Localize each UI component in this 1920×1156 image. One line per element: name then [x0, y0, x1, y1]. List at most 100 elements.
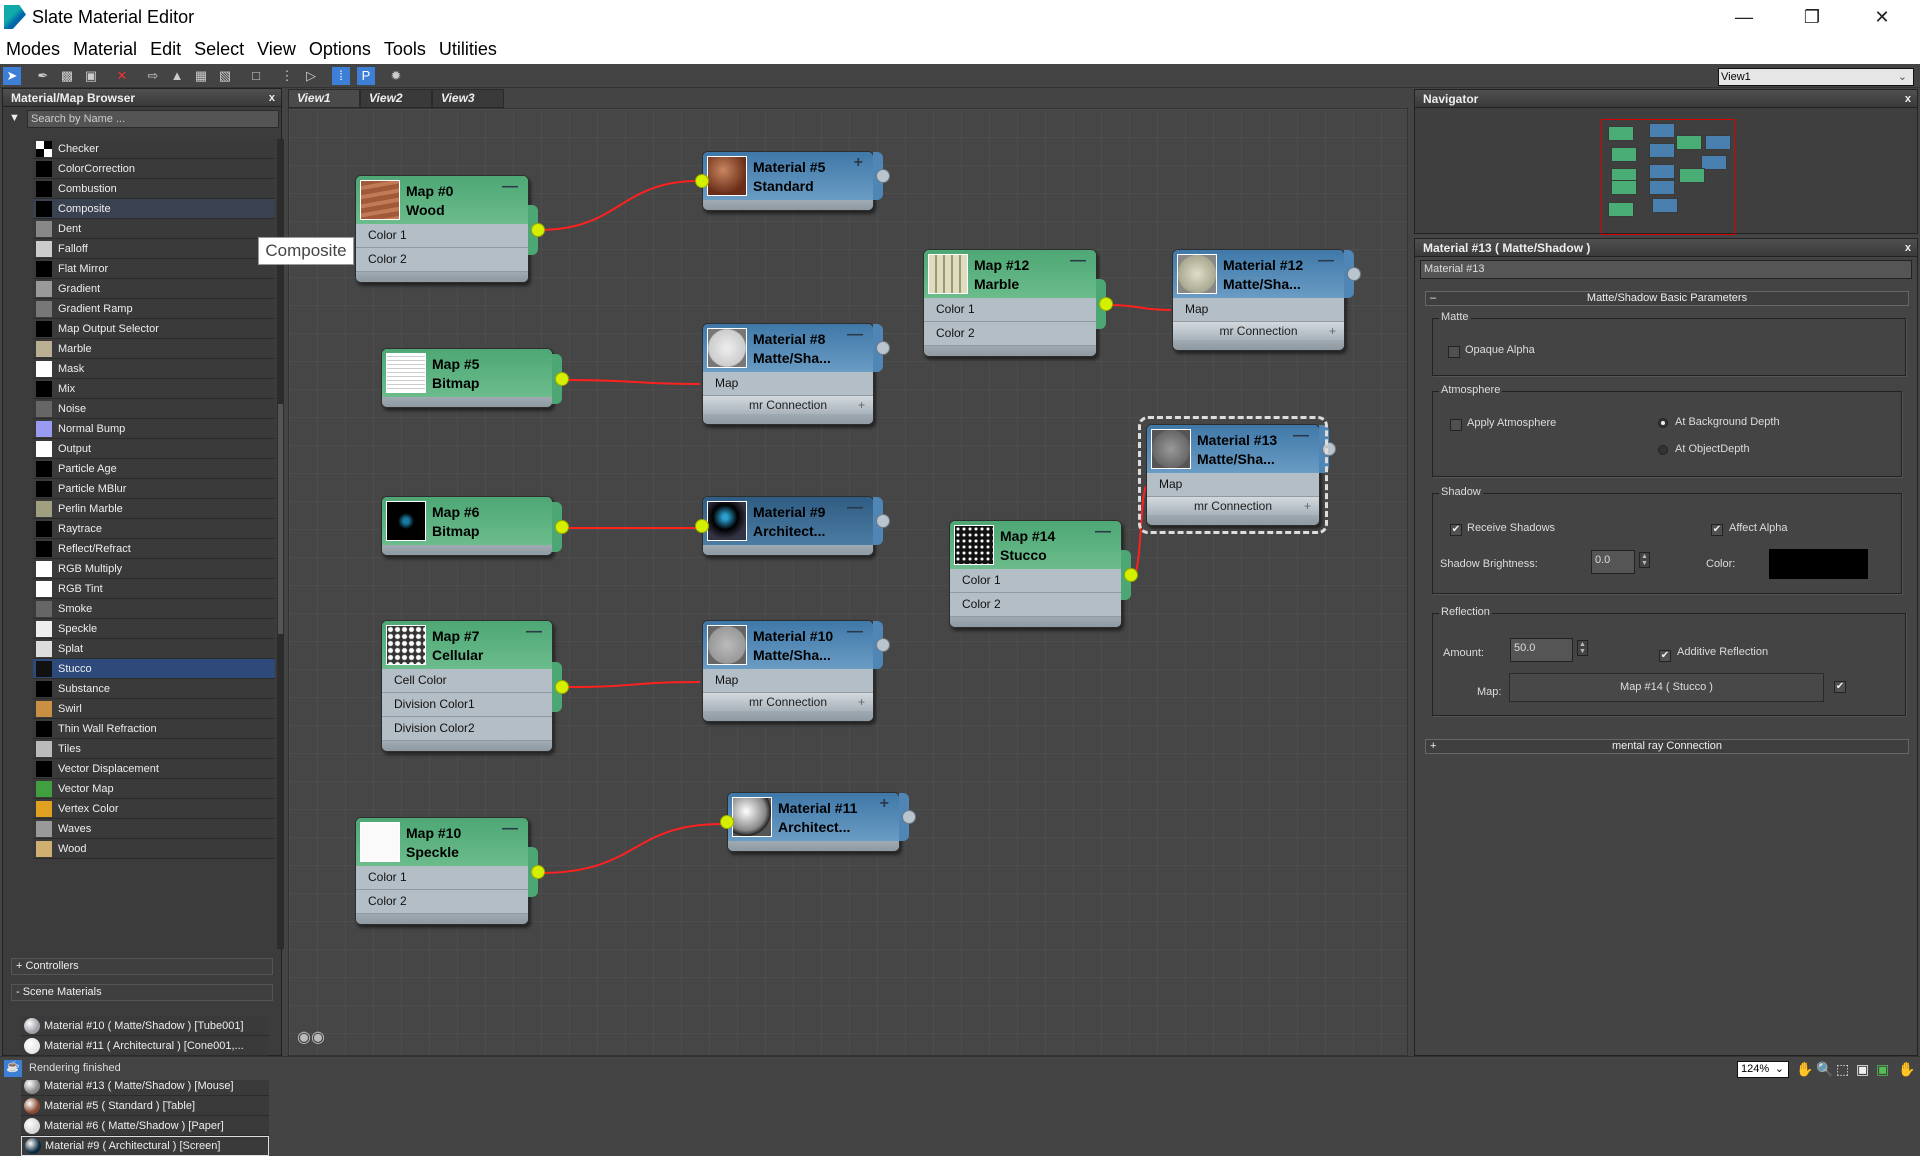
list-item[interactable]: Particle MBlur	[33, 479, 275, 499]
tab-view1[interactable]: View1	[288, 89, 360, 108]
list-item[interactable]: Output	[33, 439, 275, 459]
node-map-0[interactable]: Map #0 Wood — Color 1 Color 2	[355, 175, 545, 283]
navigator-viewport-frame[interactable]	[1601, 119, 1735, 235]
slot-color-2[interactable]: Color 2	[950, 593, 1121, 617]
tab-view2[interactable]: View2	[360, 89, 432, 108]
node-map-10[interactable]: Map #10 Speckle — Color 1 Color 2	[355, 817, 545, 925]
apply-atmosphere-checkbox[interactable]	[1450, 419, 1462, 431]
output-socket[interactable]	[1099, 297, 1113, 311]
node-header[interactable]: Map #0 Wood —	[356, 176, 528, 224]
output-socket[interactable]	[555, 680, 569, 694]
output-socket[interactable]	[1124, 568, 1138, 582]
menu-options[interactable]: Options	[309, 39, 371, 60]
node-header[interactable]: Material #12 Matte/Sha... —	[1173, 250, 1344, 298]
list-item[interactable]: Substance	[33, 679, 275, 699]
list-item[interactable]: Waves	[33, 819, 275, 839]
minus-icon[interactable]: —	[526, 623, 542, 641]
select-by-material-icon[interactable]: P	[357, 67, 375, 85]
output-socket[interactable]	[876, 514, 890, 528]
list-item[interactable]: Vertex Color	[33, 799, 275, 819]
node-map-12[interactable]: Map #12 Marble — Color 1 Color 2	[923, 249, 1113, 357]
menu-edit[interactable]: Edit	[150, 39, 181, 60]
affect-alpha-checkbox[interactable]: ✔	[1711, 524, 1723, 536]
close-icon[interactable]: x	[1905, 90, 1911, 108]
search-input[interactable]: Search by Name ...	[27, 110, 279, 128]
output-socket[interactable]	[555, 520, 569, 534]
pan-all-icon[interactable]: ✋	[1898, 1061, 1915, 1078]
input-socket[interactable]	[720, 815, 734, 829]
receive-shadows-checkbox[interactable]: ✔	[1450, 524, 1462, 536]
list-item[interactable]: Gradient Ramp	[33, 299, 275, 319]
node-header[interactable]: Map #12 Marble —	[924, 250, 1096, 298]
at-background-depth-radio[interactable]	[1658, 418, 1668, 428]
pan-icon[interactable]: ✋	[1796, 1061, 1813, 1078]
node-map-7[interactable]: Map #7 Cellular — Cell Color Division Color1…	[381, 620, 569, 752]
list-item[interactable]: Vector Displacement	[33, 759, 275, 779]
maximize-button[interactable]: ❐	[1792, 4, 1832, 30]
layout-icon[interactable]: □	[247, 67, 265, 85]
at-object-depth-radio[interactable]	[1658, 445, 1668, 455]
rollout-basic-parameters[interactable]: – Matte/Shadow Basic Parameters	[1425, 291, 1909, 306]
group-controllers[interactable]: + Controllers	[11, 958, 273, 975]
material-name-input[interactable]: Material #13	[1420, 260, 1912, 279]
minus-icon[interactable]: —	[1095, 523, 1111, 541]
list-item[interactable]: ColorCorrection	[33, 159, 275, 179]
menu-view[interactable]: View	[257, 39, 296, 60]
zoom-extents-selected-icon[interactable]: ▣	[1876, 1061, 1889, 1078]
mr-connection-bar[interactable]: mr Connection +	[703, 693, 873, 711]
opaque-alpha-checkbox[interactable]	[1448, 346, 1460, 358]
menu-select[interactable]: Select	[194, 39, 244, 60]
node-resize-footer[interactable]	[703, 711, 873, 721]
minimize-button[interactable]: —	[1724, 4, 1764, 30]
parameter-editor-icon[interactable]: ⁞	[332, 67, 350, 85]
plus-icon[interactable]: +	[854, 154, 863, 172]
list-item[interactable]: Tiles	[33, 739, 275, 759]
minus-icon[interactable]: —	[502, 178, 518, 196]
node-resize-footer[interactable]	[382, 397, 552, 407]
binoculars-icon[interactable]: ◉◉	[297, 1027, 325, 1047]
list-item[interactable]: Stucco	[33, 659, 275, 679]
node-resize-footer[interactable]	[703, 545, 873, 555]
put-to-scene-icon[interactable]: ▩	[58, 67, 76, 85]
node-resize-footer[interactable]	[382, 741, 552, 751]
slot-color-2[interactable]: Color 2	[356, 890, 528, 914]
minus-icon[interactable]: —	[847, 326, 863, 344]
node-header[interactable]: Map #7 Cellular —	[382, 621, 552, 669]
node-material-5[interactable]: Material #5 Standard +	[695, 151, 890, 211]
group-scene-materials[interactable]: - Scene Materials	[11, 984, 273, 1001]
node-header[interactable]: Map #6 Bitmap	[382, 497, 552, 545]
scene-material-item[interactable]: Material #9 ( Architectural ) [Screen]	[21, 1136, 269, 1156]
output-socket[interactable]	[531, 223, 545, 237]
list-item[interactable]: Checker	[33, 139, 275, 159]
output-socket[interactable]	[531, 865, 545, 879]
list-item[interactable]: Noise	[33, 399, 275, 419]
list-item[interactable]: Perlin Marble	[33, 499, 275, 519]
node-header[interactable]: Map #14 Stucco —	[950, 521, 1121, 569]
node-header[interactable]: Material #10 Matte/Sha... —	[703, 621, 873, 669]
slot-color-1[interactable]: Color 1	[924, 298, 1096, 322]
list-item[interactable]: Marble	[33, 339, 275, 359]
node-resize-footer[interactable]	[356, 914, 528, 924]
node-material-11[interactable]: Material #11 Architect... +	[720, 792, 916, 852]
hide-unused-icon[interactable]: ▲	[168, 67, 186, 85]
delete-icon[interactable]: ✕	[113, 67, 131, 85]
node-header[interactable]: Map #10 Speckle —	[356, 818, 528, 866]
node-material-8[interactable]: Material #8 Matte/Sha... — Map mr Connection…	[702, 323, 890, 425]
list-item[interactable]: RGB Multiply	[33, 559, 275, 579]
node-header[interactable]: Map #5 Bitmap	[382, 349, 552, 397]
node-resize-footer[interactable]	[356, 272, 528, 282]
zoom-region-icon[interactable]: ⬚	[1836, 1061, 1849, 1078]
scene-material-item[interactable]: Material #6 ( Matte/Shadow ) [Paper]	[21, 1116, 269, 1136]
list-item[interactable]: Combustion	[33, 179, 275, 199]
shadow-brightness-spinner[interactable]: ▲ ▼	[1639, 552, 1650, 568]
output-socket[interactable]	[555, 372, 569, 386]
assign-material-icon[interactable]: ▣	[82, 67, 100, 85]
menu-material[interactable]: Material	[73, 39, 137, 60]
amount-input[interactable]: 50.0	[1510, 638, 1573, 662]
menu-tools[interactable]: Tools	[384, 39, 426, 60]
layout-vertical-icon[interactable]: ⋮	[278, 67, 296, 85]
list-item[interactable]: Flat Mirror	[33, 259, 275, 279]
list-item[interactable]: RGB Tint	[33, 579, 275, 599]
list-item[interactable]: Mix	[33, 379, 275, 399]
reflection-map-enable-checkbox[interactable]: ✔	[1834, 681, 1846, 693]
